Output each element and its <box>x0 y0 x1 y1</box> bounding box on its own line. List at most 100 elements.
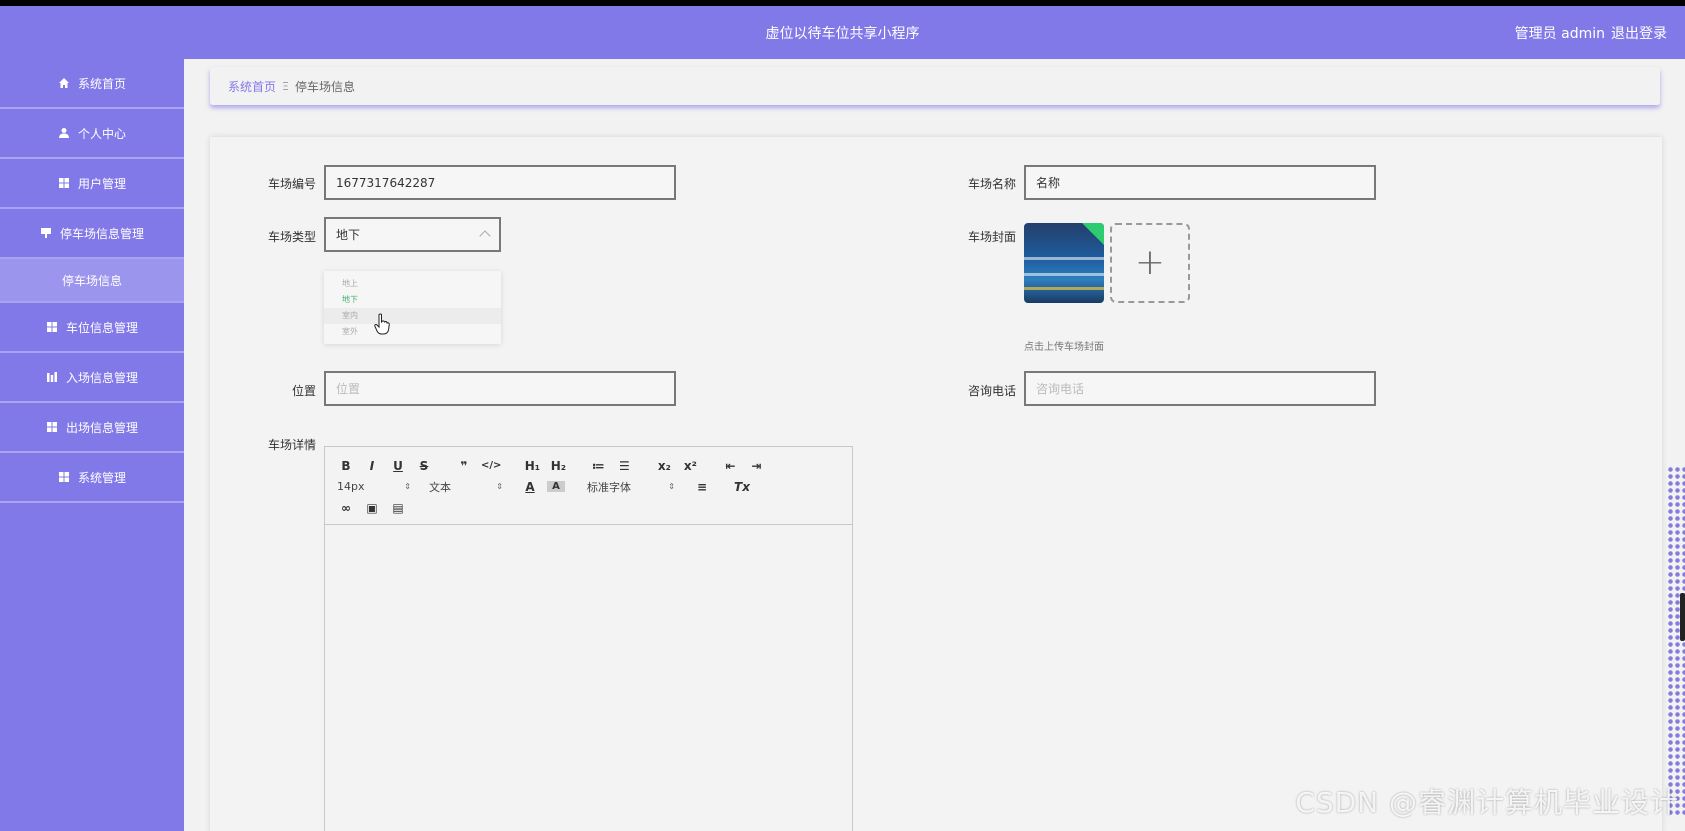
cover-upload-button[interactable]: + <box>1110 223 1190 303</box>
italic-button[interactable]: I <box>363 459 381 473</box>
lot-no-input[interactable]: 1677317642287 <box>324 165 676 200</box>
grid-icon <box>58 471 70 483</box>
editor-toolbar: B I U S ❞ </> H₁ H₂ ≔ ☰ x₂ x² ⇤ ⇥ 14px ⇕ <box>325 447 852 525</box>
dropdown-option[interactable]: 地上 <box>324 276 501 292</box>
sidebar-item-exit-management[interactable]: 出场信息管理 <box>0 403 184 453</box>
grid-icon <box>46 321 58 333</box>
phone-label: 咨询电话 <box>967 384 1016 398</box>
cover-upload-tip: 点击上传车场封面 <box>1024 342 1104 353</box>
select-arrows-icon: ⇕ <box>496 482 503 491</box>
grid-icon <box>58 177 70 189</box>
user-label: 管理员 admin <box>1514 26 1605 42</box>
app-title: 虚位以待车位共享小程序 <box>765 26 920 42</box>
sidebar-item-label: 系统管理 <box>77 470 126 485</box>
breadcrumb-separator: Ξ <box>282 79 289 93</box>
clear-format-button[interactable]: Tx <box>733 480 751 494</box>
indent-button[interactable]: ⇥ <box>747 459 765 473</box>
sidebar-item-label: 出场信息管理 <box>65 420 138 435</box>
scrollbar-handle[interactable] <box>1680 593 1685 641</box>
lot-type-label: 车场类型 <box>267 230 316 244</box>
select-arrows-icon: ⇕ <box>404 482 411 491</box>
grid-icon <box>46 421 58 433</box>
breadcrumb: 系统首页 Ξ 停车场信息 <box>210 67 1660 105</box>
logout-link[interactable]: 退出登录 <box>1611 23 1667 43</box>
ordered-list-button[interactable]: ≔ <box>589 459 607 473</box>
breadcrumb-current: 停车场信息 <box>294 79 355 94</box>
sidebar-item-home[interactable]: 系统首页 <box>0 59 184 109</box>
editor-content-area[interactable] <box>325 525 852 825</box>
location-label: 位置 <box>291 384 316 398</box>
sidebar-item-label: 用户管理 <box>77 176 126 191</box>
background-color-icon[interactable]: A <box>547 481 565 492</box>
user-icon <box>58 127 70 139</box>
sidebar-item-space-management[interactable]: 车位信息管理 <box>0 303 184 353</box>
sidebar-item-label: 停车场信息管理 <box>59 226 144 241</box>
video-icon[interactable]: ▤ <box>389 501 407 515</box>
text-type-value: 文本 <box>429 480 451 494</box>
plus-icon: + <box>1134 242 1166 283</box>
superscript-button[interactable]: x² <box>681 459 699 473</box>
decorative-dots <box>1667 466 1685 816</box>
subscript-button[interactable]: x₂ <box>655 459 673 473</box>
font-family-select[interactable]: 标准字体 ⇕ <box>587 479 675 495</box>
phone-input[interactable]: 咨询电话 <box>1024 371 1376 406</box>
select-arrows-icon: ⇕ <box>668 482 675 491</box>
lot-name-label: 车场名称 <box>967 177 1016 191</box>
strike-button[interactable]: S <box>415 459 433 473</box>
code-block-button[interactable]: </> <box>481 460 501 471</box>
lot-type-selected-value: 地下 <box>336 228 361 242</box>
image-icon[interactable]: ▣ <box>363 501 381 515</box>
underline-button[interactable]: U <box>389 459 407 473</box>
bullet-list-button[interactable]: ☰ <box>615 459 633 473</box>
font-color-icon[interactable]: A <box>521 480 539 494</box>
font-size-select[interactable]: 14px ⇕ <box>337 480 411 493</box>
location-input[interactable]: 位置 <box>324 371 676 406</box>
user-area: 管理员 admin 退出登录 <box>1515 23 1667 43</box>
outdent-button[interactable]: ⇤ <box>721 459 739 473</box>
sidebar-item-label: 入场信息管理 <box>65 370 138 385</box>
chevron-up-icon <box>479 230 491 242</box>
lot-type-select[interactable]: 地下 <box>324 217 501 252</box>
text-type-select[interactable]: 文本 ⇕ <box>429 479 503 495</box>
blockquote-button[interactable]: ❞ <box>455 459 473 473</box>
dropdown-option[interactable]: 地下 <box>324 292 501 308</box>
app-window: 虚位以待车位共享小程序 管理员 admin 退出登录 系统首页 个人中心 用户管… <box>0 6 1685 831</box>
hand-cursor-icon <box>374 313 390 335</box>
home-icon <box>58 77 70 89</box>
sidebar-item-label: 停车场信息 <box>61 273 122 288</box>
sidebar-item-label: 系统首页 <box>77 76 126 91</box>
sidebar-item-parking-lot-info[interactable]: 停车场信息 <box>0 259 184 303</box>
lot-name-input[interactable]: 名称 <box>1024 165 1376 200</box>
sidebar-item-personal-center[interactable]: 个人中心 <box>0 109 184 159</box>
sidebar-item-user-management[interactable]: 用户管理 <box>0 159 184 209</box>
link-icon[interactable]: ∞ <box>337 501 355 515</box>
toolbar-row-2: 14px ⇕ 文本 ⇕ A A 标准字体 ⇕ ≡ Tx <box>337 476 842 497</box>
sidebar-item-label: 车位信息管理 <box>65 320 138 335</box>
lot-type-dropdown: 地上 地下 室内 室外 <box>324 271 501 344</box>
rich-text-editor: B I U S ❞ </> H₁ H₂ ≔ ☰ x₂ x² ⇤ ⇥ 14px ⇕ <box>324 446 853 831</box>
toolbar-row-3: ∞ ▣ ▤ <box>337 497 842 518</box>
top-bar: 虚位以待车位共享小程序 管理员 admin 退出登录 <box>0 6 1685 59</box>
bold-button[interactable]: B <box>337 459 355 473</box>
sidebar-item-parking-lot-management[interactable]: 停车场信息管理 <box>0 209 184 259</box>
sidebar-item-label: 个人中心 <box>77 126 126 141</box>
bar-chart-icon <box>46 371 58 383</box>
heading1-button[interactable]: H₁ <box>523 459 541 473</box>
dropdown-option[interactable]: 室外 <box>324 324 501 340</box>
font-family-value: 标准字体 <box>587 480 631 494</box>
cover-image-thumbnail[interactable] <box>1024 223 1104 303</box>
cover-label: 车场封面 <box>967 230 1016 244</box>
align-icon[interactable]: ≡ <box>693 480 711 494</box>
lot-no-label: 车场编号 <box>267 177 316 191</box>
sidebar: 系统首页 个人中心 用户管理 停车场信息管理 停车场信息 车位信息管理 入场信息… <box>0 59 184 831</box>
heading2-button[interactable]: H₂ <box>549 459 567 473</box>
sidebar-item-entry-management[interactable]: 入场信息管理 <box>0 353 184 403</box>
breadcrumb-home-link[interactable]: 系统首页 <box>228 78 276 95</box>
font-size-value: 14px <box>337 480 365 493</box>
watermark-text: CSDN @睿渊计算机毕业设计 <box>1295 786 1679 819</box>
sign-icon <box>40 227 52 239</box>
sidebar-item-system-management[interactable]: 系统管理 <box>0 453 184 503</box>
detail-label: 车场详情 <box>267 438 316 452</box>
dropdown-option[interactable]: 室内 <box>324 308 501 324</box>
toolbar-row-1: B I U S ❞ </> H₁ H₂ ≔ ☰ x₂ x² ⇤ ⇥ <box>337 455 842 476</box>
